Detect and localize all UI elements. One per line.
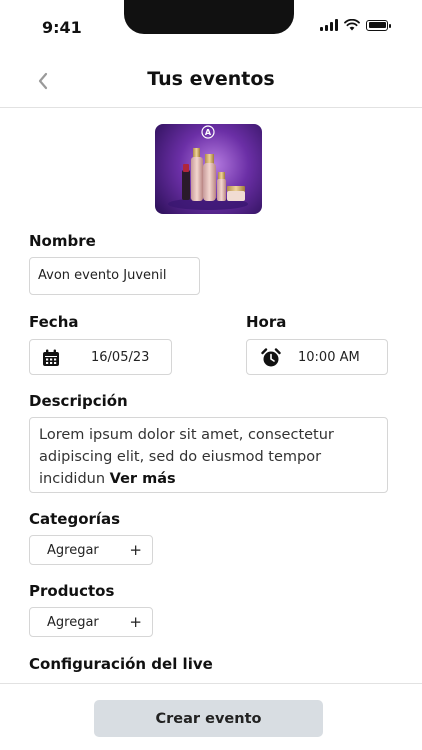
status-icons <box>320 19 391 31</box>
date-input-value: 16/05/23 <box>91 350 150 365</box>
live-config-label: Configuración del live <box>29 655 213 673</box>
add-category-label: Agregar <box>47 543 99 558</box>
cosmetics-product-image: A <box>168 125 248 210</box>
plus-icon: + <box>129 541 142 559</box>
status-time: 9:41 <box>42 18 82 37</box>
name-input-value: Avon evento Juvenil <box>38 268 167 283</box>
time-label: Hora <box>246 313 287 331</box>
add-product-label: Agregar <box>47 615 99 630</box>
name-label: Nombre <box>29 232 96 250</box>
add-product-button[interactable]: Agregar + <box>29 607 153 637</box>
name-input[interactable]: Avon evento Juvenil <box>29 257 200 295</box>
categories-label: Categorías <box>29 510 121 528</box>
add-category-button[interactable]: Agregar + <box>29 535 153 565</box>
page-title: Tus eventos <box>147 68 275 90</box>
create-event-button[interactable]: Crear evento <box>94 700 323 737</box>
see-more-link[interactable]: Ver más <box>110 471 176 487</box>
wifi-icon <box>344 19 360 31</box>
footer: Crear evento <box>0 683 422 750</box>
svg-text:A: A <box>205 128 212 137</box>
description-text: Lorem ipsum dolor sit amet, consectetur … <box>39 427 334 487</box>
chevron-left-icon <box>38 72 48 90</box>
nav-bar: Tus eventos <box>0 56 422 108</box>
time-input[interactable]: 10:00 AM <box>246 339 388 375</box>
back-button[interactable] <box>30 68 56 94</box>
date-label: Fecha <box>29 313 79 331</box>
event-image[interactable]: A <box>155 124 262 214</box>
description-label: Descripción <box>29 392 128 410</box>
time-input-value: 10:00 AM <box>298 350 360 365</box>
products-label: Productos <box>29 582 115 600</box>
alarm-clock-icon <box>261 348 281 367</box>
description-textarea[interactable]: Lorem ipsum dolor sit amet, consectetur … <box>29 417 388 493</box>
calendar-icon <box>43 349 59 366</box>
status-bar: 9:41 <box>0 0 422 56</box>
cellular-signal-icon <box>320 19 338 31</box>
device-notch <box>124 0 294 34</box>
plus-icon: + <box>129 613 142 631</box>
date-input[interactable]: 16/05/23 <box>29 339 172 375</box>
battery-icon <box>366 19 391 31</box>
